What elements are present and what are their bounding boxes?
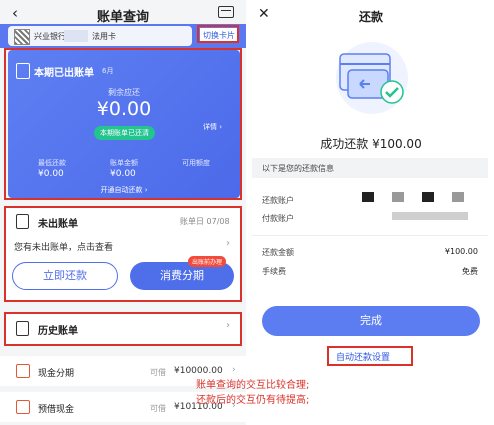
- repay-account-label: 还款账户: [262, 196, 294, 205]
- done-button[interactable]: 完成: [262, 306, 480, 336]
- divider: [252, 235, 488, 236]
- repay-amount-label: 还款金额: [262, 248, 294, 257]
- list-item-value: ¥10000.00: [174, 366, 223, 376]
- list-item-sub: 可借: [150, 404, 166, 413]
- success-message: 成功还款 ¥100.00: [320, 137, 422, 151]
- bank-name: 兴业银行: [34, 32, 66, 41]
- masked-value: [452, 192, 464, 202]
- card-type: 法用卡: [92, 32, 116, 41]
- cash-installment-icon: [16, 364, 30, 378]
- page-title: 账单查询: [96, 10, 149, 25]
- cash-advance-icon: [16, 400, 30, 414]
- chevron-right-icon[interactable]: ›: [232, 365, 236, 375]
- highlight-box: [197, 25, 239, 43]
- masked-value: [422, 192, 434, 202]
- list-item-sub: 可借: [150, 368, 166, 377]
- highlight-box: [4, 206, 242, 302]
- info-section-title: 以下是您的还款信息: [262, 164, 334, 173]
- repay-success-illustration: [336, 42, 408, 114]
- pay-account-label: 付款账户: [262, 214, 294, 223]
- card-settings-icon[interactable]: [218, 6, 234, 18]
- list-item-label: 预借现金: [38, 405, 75, 415]
- highlight-box: [4, 48, 242, 200]
- bank-logo-icon: [14, 29, 30, 45]
- list-item-label: 现金分期: [38, 369, 75, 379]
- page-title: 还款: [358, 10, 383, 24]
- annotation-line: 账单查询的交互比较合理;: [196, 380, 310, 391]
- card-number-masked: [64, 30, 88, 42]
- fee-label: 手续费: [262, 267, 286, 276]
- masked-value: [362, 192, 374, 202]
- highlight-box: [327, 346, 413, 366]
- bill-query-screen: ‹ 账单查询 兴业银行 法用卡 切换卡片 本期已出账单 6月 剩余应还 ¥0.0…: [0, 0, 246, 425]
- highlight-box: [4, 312, 242, 346]
- masked-value: [392, 212, 468, 220]
- masked-value: [392, 192, 404, 202]
- repay-amount-value: ¥100.00: [444, 247, 478, 256]
- annotation-line: 还款后的交互仍有待提高;: [196, 395, 310, 406]
- fee-value: 免费: [462, 267, 478, 276]
